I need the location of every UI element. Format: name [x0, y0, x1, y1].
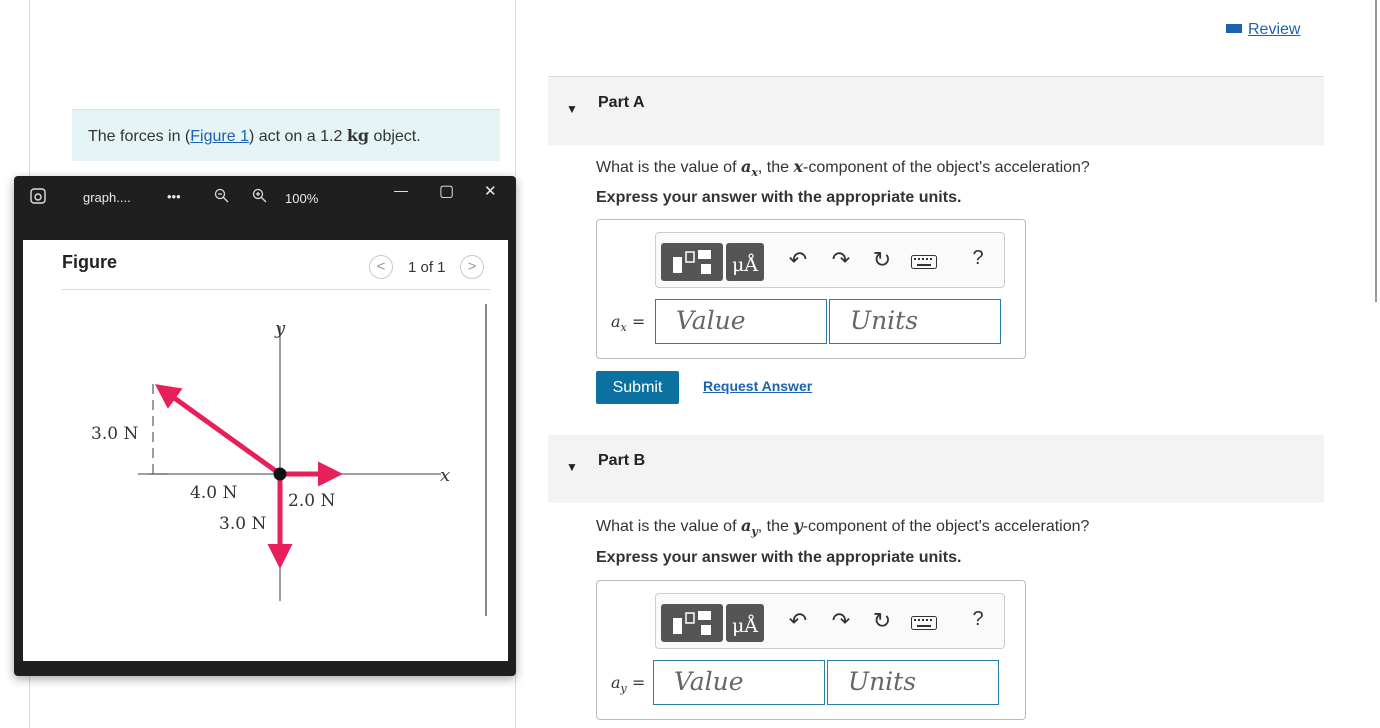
page-scrollbar[interactable]: [1375, 0, 1377, 302]
question-text: -component of the object's acceleration?: [802, 518, 1090, 535]
keyboard-icon[interactable]: [911, 616, 937, 635]
collapse-triangle-icon: ▼: [566, 460, 578, 474]
force-arrow-up-left: [154, 384, 282, 477]
part-a-question: What is the value of ax, the x-component…: [596, 157, 1090, 179]
reset-icon[interactable]: ↻: [868, 608, 896, 634]
part-b-title: Part B: [598, 452, 646, 469]
templates-icon[interactable]: [661, 243, 723, 281]
redo-icon[interactable]: ↷: [827, 247, 855, 273]
force-diagram: y x 3.0 N 4.0 N 2.0 N 3.0 N: [91, 318, 450, 601]
force-label-up-left: 4.0 N: [190, 483, 237, 503]
reset-icon[interactable]: ↻: [868, 247, 896, 273]
units-input[interactable]: Units: [829, 299, 1001, 344]
question-axis: x: [793, 157, 804, 176]
dimension-label: 3.0 N: [91, 424, 138, 444]
review-link[interactable]: Review: [1226, 21, 1300, 39]
answer-variable-label: ax =: [611, 312, 646, 335]
maximize-button[interactable]: ▢: [439, 181, 454, 201]
part-b-answer-box: μÅ ↶ ↷ ↻ ? ay = Value Units: [596, 580, 1026, 720]
viewer-filename: graph....: [83, 190, 131, 205]
force-label-right: 2.0 N: [288, 491, 335, 511]
question-text: -component of the object's acceleration?: [803, 159, 1090, 176]
question-text: What is the value of: [596, 518, 741, 535]
question-text: , the: [757, 518, 794, 535]
part-b-header[interactable]: ▼ Part B: [548, 435, 1324, 503]
redo-icon[interactable]: ↷: [827, 608, 855, 634]
intro-text-middle: ) act on a 1.2: [248, 128, 347, 145]
templates-icon[interactable]: [661, 604, 723, 642]
next-figure-button[interactable]: >: [460, 255, 484, 279]
units-input[interactable]: Units: [827, 660, 999, 705]
math-toolbar: μÅ ↶ ↷ ↻ ?: [655, 232, 1005, 288]
viewer-app-icon: [30, 188, 46, 207]
request-answer-link[interactable]: Request Answer: [703, 378, 812, 394]
minimize-button[interactable]: —: [394, 182, 408, 198]
part-a-header[interactable]: ▼ Part A: [548, 77, 1324, 145]
figure-divider: [62, 289, 490, 290]
viewer-titlebar: graph.... ••• 100% — ▢ ✕: [14, 176, 516, 224]
undo-icon[interactable]: ↶: [784, 247, 812, 273]
answer-variable-label: ay =: [611, 673, 646, 696]
value-input[interactable]: Value: [653, 660, 825, 705]
zoom-in-icon[interactable]: [252, 188, 267, 206]
collapse-triangle-icon: ▼: [566, 102, 578, 116]
question-text: , the: [757, 159, 794, 176]
review-label: Review: [1248, 21, 1301, 38]
figure-page: Figure < 1 of 1 > y x 3.0 N 4.0 N 2.0 N …: [23, 240, 508, 661]
math-toolbar: μÅ ↶ ↷ ↻ ?: [655, 593, 1005, 649]
y-axis-label: y: [274, 318, 286, 339]
help-icon[interactable]: ?: [964, 608, 992, 631]
force-label-down: 3.0 N: [219, 514, 266, 534]
book-icon: [1226, 24, 1242, 33]
figure-viewer-window: graph.... ••• 100% — ▢ ✕ Figure < 1 of 1…: [14, 176, 516, 676]
keyboard-icon[interactable]: [911, 255, 937, 274]
problem-statement: The forces in (Figure 1) act on a 1.2 kg…: [72, 109, 500, 161]
undo-icon[interactable]: ↶: [784, 608, 812, 634]
question-text: What is the value of: [596, 159, 741, 176]
figure-scrollbar[interactable]: [485, 304, 487, 616]
part-a-instruction: Express your answer with the appropriate…: [596, 189, 962, 206]
object-point: [273, 467, 287, 481]
units-button[interactable]: μÅ: [726, 243, 764, 281]
intro-text-suffix: object.: [369, 128, 421, 145]
figure-pager: 1 of 1: [408, 259, 446, 276]
mass-unit: kg: [346, 126, 370, 145]
close-button[interactable]: ✕: [484, 182, 497, 200]
question-axis: y: [793, 516, 803, 535]
figure-title: Figure: [62, 252, 118, 272]
value-input[interactable]: Value: [655, 299, 827, 344]
question-variable: ay: [740, 516, 758, 539]
zoom-level: 100%: [285, 191, 319, 206]
part-b-instruction: Express your answer with the appropriate…: [596, 549, 962, 566]
submit-button[interactable]: Submit: [596, 371, 679, 404]
previous-figure-button[interactable]: <: [369, 255, 393, 279]
zoom-out-icon[interactable]: [214, 188, 229, 206]
x-axis-label: x: [440, 465, 450, 486]
question-variable: ax: [740, 157, 758, 180]
figure-link[interactable]: Figure 1: [190, 128, 249, 145]
help-icon[interactable]: ?: [964, 247, 992, 270]
part-b-question: What is the value of ay, the y-component…: [596, 516, 1089, 538]
more-options-button[interactable]: •••: [167, 189, 181, 204]
part-a-title: Part A: [598, 94, 645, 111]
part-a-answer-box: μÅ ↶ ↷ ↻ ? ax = Value Units: [596, 219, 1026, 359]
intro-text-prefix: The forces in (: [88, 128, 191, 145]
units-button[interactable]: μÅ: [726, 604, 764, 642]
